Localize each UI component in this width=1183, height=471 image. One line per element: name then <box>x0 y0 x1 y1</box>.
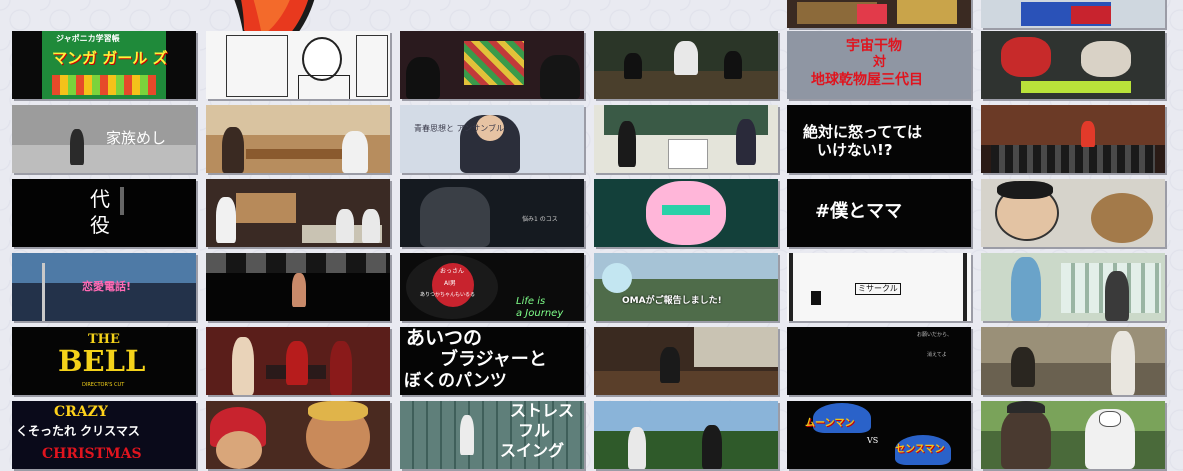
thumbnail-line2: AI男 <box>444 280 456 287</box>
video-thumbnail-r1c4[interactable] <box>594 31 778 99</box>
thumbnail-title: 家族めし <box>106 129 167 147</box>
thumbnail-title-bottom: 役 <box>90 213 110 237</box>
thumbnail-title-line1: 絶対に怒ってては <box>803 123 922 141</box>
thumbnail-right-hero: センスマン <box>895 444 945 455</box>
video-thumbnail-r2c5[interactable]: 絶対に怒ってては いけない!? <box>787 105 971 173</box>
video-thumbnail-r2c3[interactable]: 青春思想と アンサンブル <box>400 105 584 173</box>
video-thumbnail-r6c1[interactable]: CRAZY くそったれ クリスマス CHRISTMAS <box>12 401 196 469</box>
video-thumbnail-r1c2[interactable] <box>206 31 390 99</box>
thumbnail-caption: 悩み1 のコス <box>522 216 558 223</box>
thumbnail-crazy: CRAZY <box>54 404 108 420</box>
video-thumbnail-r3c4[interactable] <box>594 179 778 247</box>
thumbnail-title-line1: あいつの <box>406 327 483 349</box>
thumbnail-caption-line2: 消えてよ <box>927 352 947 358</box>
thumbnail-christmas: CHRISTMAS <box>42 446 142 462</box>
thumbnail-title-line1: ストレス <box>510 401 575 420</box>
video-thumbnail-r5c2[interactable] <box>206 327 390 395</box>
video-thumbnail-r3c2[interactable] <box>206 179 390 247</box>
thumbnail-life-line1: Life is <box>516 296 546 307</box>
thumbnail-title: 恋愛電話! <box>82 280 132 293</box>
video-thumbnail-r6c3[interactable]: ストレス フル スイング <box>400 401 584 469</box>
thumbnail-caption-line1: お願いだから、 <box>917 332 953 338</box>
video-thumbnail-r6c6[interactable] <box>981 401 1165 469</box>
video-thumbnail-r4c6[interactable] <box>981 253 1165 321</box>
video-thumbnail-r3c6[interactable] <box>981 179 1165 247</box>
video-thumbnail-r3c5[interactable]: #僕とママ <box>787 179 971 247</box>
thumbnail-line1: おっさん <box>440 268 465 275</box>
thumbnail-title-line3: スイング <box>500 441 565 460</box>
thumbnail-title: マンガ ガール ズ <box>52 49 168 67</box>
thumbnail-title-line3: 地球乾物屋三代目 <box>811 72 923 88</box>
video-thumbnail-r0c6[interactable] <box>981 0 1165 28</box>
thumbnail-caption: OMAがご報告しました! <box>622 296 722 306</box>
video-thumbnail-r4c2[interactable] <box>206 253 390 321</box>
video-thumbnail-r1c3[interactable] <box>400 31 584 99</box>
thumbnail-line3: ありつかちゃんもいるる <box>420 292 475 298</box>
thumbnail-vs: VS <box>867 436 879 445</box>
video-thumbnail-r4c3[interactable]: おっさん AI男 ありつかちゃんもいるる Life is a Journey <box>400 253 584 321</box>
thumbnail-title-line3: ぼくのパンツ <box>404 371 507 391</box>
video-thumbnail-r5c3[interactable]: あいつの ブラジャーと ぼくのパンツ <box>400 327 584 395</box>
video-thumbnail-r4c1[interactable]: 恋愛電話! <box>12 253 196 321</box>
video-thumbnail-r0c5[interactable] <box>787 0 971 28</box>
thumbnail-middle: くそったれ クリスマス <box>16 424 140 438</box>
video-thumbnail-r5c1[interactable]: THE BELL DIRECTOR'S CUT <box>12 327 196 395</box>
video-thumbnail-r3c3[interactable]: 悩み1 のコス <box>400 179 584 247</box>
video-thumbnail-r6c2[interactable] <box>206 401 390 469</box>
thumbnail-title: #僕とママ <box>815 201 903 222</box>
video-thumbnail-r6c4[interactable] <box>594 401 778 469</box>
video-thumbnail-r6c5[interactable]: ムーンマン VS センスマン <box>787 401 971 469</box>
thumbnail-bell: BELL <box>58 344 146 378</box>
thumbnail-title-top: 代 <box>90 187 110 211</box>
thumbnail-title-line2: 対 <box>873 55 887 70</box>
video-thumbnail-r5c6[interactable] <box>981 327 1165 395</box>
thumbnail-caption: 青春思想と アンサンブル <box>414 124 504 133</box>
video-thumbnail-r2c2[interactable] <box>206 105 390 173</box>
video-thumbnail-r1c5[interactable]: 宇宙干物 対 地球乾物屋三代目 <box>787 31 971 99</box>
video-thumbnail-r4c4[interactable]: OMAがご報告しました! <box>594 253 778 321</box>
thumbnail-title-line2: いけない!? <box>817 141 893 159</box>
video-thumbnail-r5c4[interactable] <box>594 327 778 395</box>
thumbnail-left-hero: ムーンマン <box>805 418 855 429</box>
thumbnail-subtitle: ジャポニカ学習帳 <box>56 34 120 43</box>
thumbnail-title-line2: ブラジャーと <box>440 349 547 370</box>
video-thumbnail-r2c4[interactable] <box>594 105 778 173</box>
video-thumbnail-r2c1[interactable]: 家族めし <box>12 105 196 173</box>
thumbnail-title-line1: 宇宙干物 <box>846 38 902 54</box>
thumbnail-title-line2: フル <box>518 421 551 440</box>
video-thumbnail-r2c6[interactable] <box>981 105 1165 173</box>
thumbnail-cut: DIRECTOR'S CUT <box>82 382 125 388</box>
video-thumbnail-r3c1[interactable]: 代 役 <box>12 179 196 247</box>
video-thumbnail-r5c5[interactable]: お願いだから、 消えてよ <box>787 327 971 395</box>
video-thumbnail-r1c6[interactable] <box>981 31 1165 99</box>
video-thumbnail-r4c5[interactable]: ミサークル <box>787 253 971 321</box>
thumbnail-label: ミサークル <box>855 283 901 295</box>
video-thumbnail-r1c1[interactable]: ジャポニカ学習帳 マンガ ガール ズ <box>12 31 196 99</box>
thumbnail-life-line2: a Journey <box>516 308 564 319</box>
